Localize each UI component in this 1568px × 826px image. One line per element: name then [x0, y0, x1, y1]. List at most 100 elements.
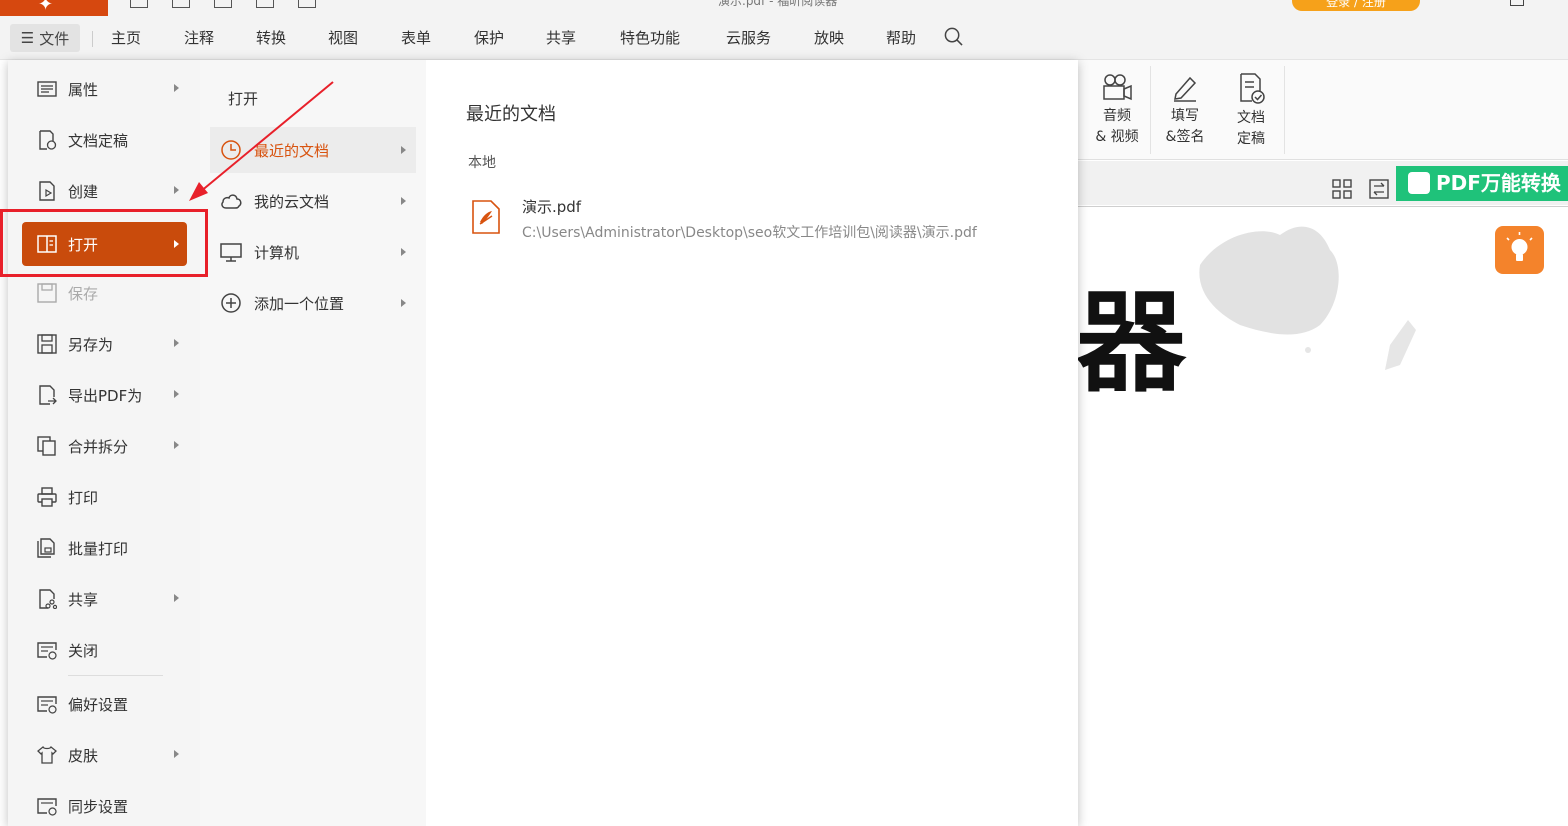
file-backstage-panel: 属性 文档定稿 创建 打开 保存 另存为 导出PDF为 合并拆分 打印 批量打印… [8, 60, 1078, 826]
add-location-icon [221, 293, 241, 313]
tips-bulb-button[interactable] [1495, 226, 1544, 274]
menu-item-label: 批量打印 [68, 539, 129, 558]
clock-icon [221, 140, 241, 160]
tab-home[interactable]: 主页 [111, 27, 141, 48]
open-computer[interactable]: 计算机 [210, 229, 416, 275]
tab-present[interactable]: 放映 [814, 27, 844, 48]
restore-window-icon[interactable] [1510, 0, 1524, 6]
menu-item-export-pdf[interactable]: 导出PDF为 [22, 375, 187, 415]
tab-protect[interactable]: 保护 [474, 27, 504, 48]
menu-item-batch-print[interactable]: 批量打印 [22, 528, 187, 568]
menu-item-label: 皮肤 [68, 746, 99, 765]
menu-item-finalize[interactable]: 文档定稿 [22, 120, 187, 160]
menu-item-save-as[interactable]: 另存为 [22, 324, 187, 364]
menu-item-share[interactable]: 共享 [22, 579, 187, 619]
submenu-arrow-icon [174, 84, 179, 92]
merge-split-icon [37, 436, 56, 456]
menu-item-label: 关闭 [68, 641, 99, 660]
tab-comment[interactable]: 注释 [184, 27, 214, 48]
file-menu-label: 文件 [39, 29, 70, 48]
properties-icon [37, 81, 57, 97]
submenu-arrow-icon [174, 186, 179, 194]
grid-view-icon[interactable] [1332, 179, 1352, 199]
ribbon-divider [1150, 66, 1151, 154]
file-menu-list: 属性 文档定稿 创建 打开 保存 另存为 导出PDF为 合并拆分 打印 批量打印… [8, 60, 200, 826]
menu-item-label: 保存 [68, 284, 99, 303]
map-graphic [1199, 226, 1416, 370]
local-section-label: 本地 [468, 155, 496, 171]
open-add-location[interactable]: 添加一个位置 [210, 280, 416, 326]
window-title: 演示.pdf - 福昕阅读器 [718, 0, 838, 8]
menu-item-close[interactable]: 关闭 [22, 630, 187, 670]
audio-video-button[interactable]: 音频 & 视频 [1086, 72, 1148, 148]
menu-item-properties[interactable]: 属性 [22, 69, 187, 109]
recent-file-item[interactable]: 演示.pdf C:\Users\Administrator\Desktop\se… [466, 192, 1026, 242]
tab-help[interactable]: 帮助 [886, 27, 916, 48]
menu-item-label: 另存为 [68, 335, 114, 354]
menu-item-print[interactable]: 打印 [22, 477, 187, 517]
export-icon [39, 385, 57, 405]
submenu-arrow-icon [401, 248, 406, 256]
menu-item-preferences[interactable]: 偏好设置 [22, 684, 187, 724]
menu-item-label: 属性 [68, 80, 99, 99]
menu-bar: ☰ 文件 主页 注释 转换 视图 表单 保护 共享 特色功能 云服务 放映 帮助 [0, 16, 1568, 60]
submenu-arrow-icon [401, 146, 406, 154]
menu-item-sync-settings[interactable]: 同步设置 [22, 786, 187, 826]
quick-access-print-icon[interactable] [214, 0, 232, 8]
batch-print-icon [37, 538, 55, 558]
open-panel-title: 打开 [228, 90, 259, 108]
menu-item-save[interactable]: 保存 [22, 273, 187, 313]
pen-icon [1174, 76, 1197, 102]
quick-access-create-icon[interactable] [298, 0, 316, 8]
menu-item-label: 创建 [68, 182, 99, 201]
cloud-icon [221, 194, 242, 209]
menu-item-merge-split[interactable]: 合并拆分 [22, 426, 187, 466]
share-icon [39, 589, 57, 609]
menu-item-label: 打印 [68, 488, 99, 507]
menu-item-label: 偏好设置 [68, 695, 129, 714]
tab-view[interactable]: 视图 [328, 27, 358, 48]
menu-item-label: 共享 [68, 590, 99, 609]
convert-icon [1408, 172, 1430, 194]
pdf-file-icon [472, 200, 500, 234]
submenu-arrow-icon [401, 197, 406, 205]
pdf-converter-badge[interactable]: PDF万能转换 [1396, 166, 1568, 201]
menu-item-label: 合并拆分 [68, 437, 129, 456]
audio-video-label-2: & 视频 [1095, 129, 1139, 145]
tab-form[interactable]: 表单 [401, 27, 431, 48]
search-icon[interactable] [944, 27, 963, 46]
finalize-label-1: 文档 [1237, 110, 1265, 126]
menu-item-label: 同步设置 [68, 797, 129, 816]
compare-view-icon[interactable] [1369, 179, 1389, 199]
video-icon [1103, 74, 1132, 101]
open-option-label: 计算机 [254, 243, 300, 262]
tab-features[interactable]: 特色功能 [620, 27, 680, 48]
computer-icon [220, 243, 242, 262]
submenu-arrow-icon [174, 750, 179, 758]
tab-cloud[interactable]: 云服务 [726, 27, 771, 48]
file-menu-button[interactable]: ☰ 文件 [10, 24, 80, 52]
submenu-arrow-icon [174, 594, 179, 602]
finalize-document-button[interactable]: 文档 定稿 [1220, 72, 1282, 150]
document-check-icon [1240, 73, 1265, 104]
quick-access-open-icon[interactable] [172, 0, 190, 8]
tab-share[interactable]: 共享 [546, 27, 576, 48]
quick-access-new-icon[interactable] [130, 0, 148, 8]
hamburger-icon: ☰ [20, 29, 35, 47]
open-recent-documents[interactable]: 最近的文档 [210, 127, 416, 173]
open-options-panel: 打开 最近的文档 我的云文档 计算机 添加一个位置 [200, 60, 426, 826]
submenu-arrow-icon [401, 299, 406, 307]
open-my-cloud-docs[interactable]: 我的云文档 [210, 178, 416, 224]
menu-item-skin[interactable]: 皮肤 [22, 735, 187, 775]
login-button[interactable]: 登录 / 注册 [1292, 0, 1420, 11]
submenu-arrow-icon [174, 390, 179, 398]
ribbon: 音频 & 视频 填写 &签名 文档 定稿 [1078, 60, 1568, 160]
tab-convert[interactable]: 转换 [256, 27, 286, 48]
save-icon [37, 283, 57, 303]
recent-file-path: C:\Users\Administrator\Desktop\seo软文工作培训… [522, 225, 977, 241]
fill-sign-button[interactable]: 填写 &签名 [1154, 72, 1216, 148]
quick-access-save-icon[interactable] [256, 0, 274, 8]
annotation-highlight-box [0, 209, 208, 277]
menu-item-create[interactable]: 创建 [22, 171, 187, 211]
audio-video-label-1: 音频 [1103, 108, 1131, 124]
